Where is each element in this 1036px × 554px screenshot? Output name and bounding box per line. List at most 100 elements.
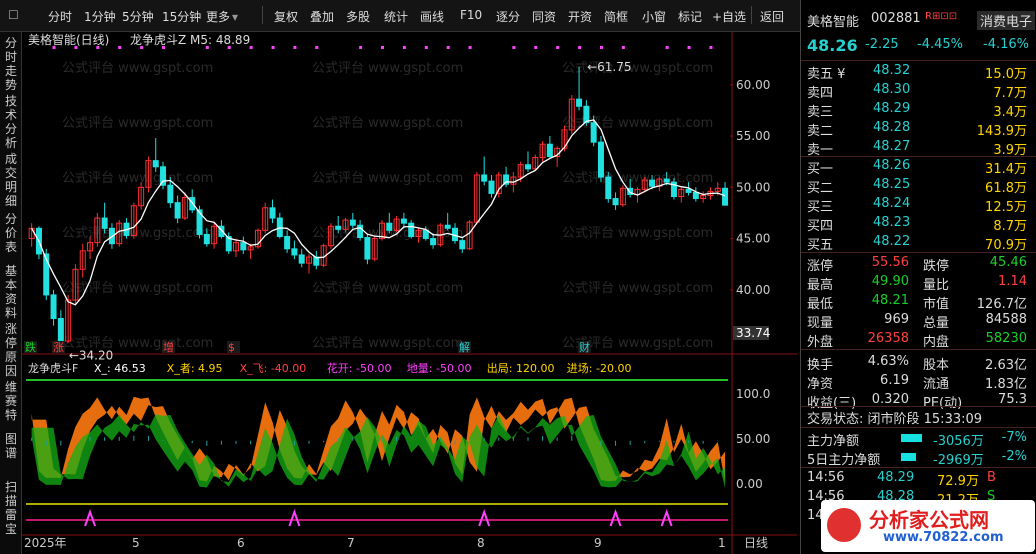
toolbar-item[interactable]: 画线	[420, 8, 444, 25]
price-change: -2.25	[865, 37, 899, 52]
bid-price: 48.25	[873, 177, 911, 192]
stock-code: 002881	[871, 11, 921, 26]
chevron-down-icon: ▾	[232, 10, 239, 24]
select-checkbox[interactable]: ☐	[8, 8, 19, 22]
ask-price: 48.28	[873, 120, 911, 135]
toolbar-item[interactable]: +自选	[712, 8, 746, 25]
toolbar-item[interactable]: 15分钟	[162, 8, 201, 25]
toolbar-item[interactable]: 5分钟	[122, 8, 154, 25]
toolbar-item[interactable]: 分时	[48, 8, 72, 25]
signal-dot	[96, 46, 100, 49]
stat-value: 49.90	[871, 274, 909, 289]
stat-label: 流通	[923, 377, 950, 392]
stat-label: 最低	[807, 297, 834, 312]
money-flow-row: 5日主力净额 -2969万 -2%	[801, 448, 1036, 468]
signal-dot	[599, 46, 603, 49]
candle-body	[444, 224, 451, 229]
left-nav-item[interactable]: 分时走势	[3, 36, 19, 92]
left-nav-item[interactable]: 技术分析	[3, 94, 19, 150]
watermark-text: 公式评台 www.gspt.com	[62, 61, 213, 76]
event-tag[interactable]: 增	[163, 340, 174, 354]
signal-dot	[74, 46, 78, 49]
candle-body	[685, 188, 692, 193]
period-label[interactable]: 日线	[744, 536, 768, 550]
event-tag[interactable]: 涨	[53, 341, 64, 354]
toolbar-item[interactable]: 多股	[346, 8, 370, 25]
stat-label: 市值	[923, 297, 950, 312]
stat-value: 26358	[867, 331, 909, 346]
bid-volume: 70.9万	[985, 238, 1027, 253]
signal-dot	[118, 46, 122, 49]
signal-dot	[687, 46, 691, 49]
stat-value: 75.3	[998, 392, 1027, 407]
toolbar-item[interactable]: 复权	[274, 8, 298, 25]
date-tick-label: 7	[347, 536, 355, 550]
industry-name[interactable]: 消费电子	[977, 11, 1036, 30]
left-nav-item[interactable]: 分价表	[3, 212, 19, 254]
left-nav-item[interactable]: 图谱	[3, 432, 19, 460]
signal-dot	[556, 46, 560, 49]
ask-volume: 143.9万	[976, 124, 1027, 139]
stat-value: 48.21	[871, 293, 909, 308]
ma-label: M5: 48.89	[190, 33, 250, 47]
watermark-text: 公式评台 www.gspt.com	[62, 281, 213, 296]
toolbar-item[interactable]: 同资	[532, 8, 556, 25]
signal-dot	[140, 46, 144, 49]
site-logo: 分析家公式网 www.70822.com	[821, 500, 1035, 552]
toolbar-item[interactable]: F10	[460, 8, 482, 22]
site-logo-url: www.70822.com	[883, 530, 1004, 545]
bid-price: 48.24	[873, 196, 911, 211]
left-nav-item[interactable]: 维赛特	[3, 380, 19, 422]
bid-row: 买三 48.24 12.5万	[801, 195, 1036, 215]
stat-label: 最高	[807, 278, 834, 293]
stat-label: 换手	[807, 358, 834, 373]
toolbar-item[interactable]: 小窗	[642, 8, 666, 25]
stat-row: 现量 969 总量 84588	[801, 311, 1036, 331]
kline-chart[interactable]: 公式评台 www.gspt.com 公式评台 www.gspt.com 公式评台 w…	[22, 32, 797, 554]
signal-dot	[293, 46, 297, 49]
stat-row: 换手 4.63% 股本 2.63亿	[801, 353, 1036, 373]
price-tick-label: 40.00	[736, 283, 770, 297]
event-tag[interactable]: 解	[459, 340, 470, 354]
stat-value: 6.19	[880, 373, 909, 388]
bid-label: 买二	[807, 181, 834, 196]
ask-label: 卖二	[807, 124, 834, 139]
left-nav-item[interactable]: 成交明细	[3, 152, 19, 208]
last-price: 48.26	[807, 36, 858, 55]
toolbar-item[interactable]: 统计	[384, 8, 408, 25]
tick-side: B	[987, 470, 996, 485]
price-change-pct: -4.45%	[917, 37, 963, 52]
stat-row: 涨停 55.56 跌停 45.46	[801, 254, 1036, 274]
flow-label: 主力净额	[807, 434, 860, 449]
left-nav-item[interactable]: 基本资料	[3, 264, 19, 320]
stock-header: 美格智能 002881 R⊞⊡⊡ 消费电子	[801, 10, 1036, 30]
flow-value: -3056万	[933, 434, 984, 449]
event-tag[interactable]: 财	[579, 340, 590, 354]
sub-indicator-value: 地量: -50.00	[407, 362, 472, 375]
sub-indicator-value: X_: 46.53	[94, 362, 146, 375]
toolbar-item[interactable]: 1分钟	[84, 8, 116, 25]
candle-body	[240, 242, 247, 251]
signal-dot	[381, 46, 384, 49]
stat-label: 外盘	[807, 335, 834, 350]
ask-row: 卖三 48.29 3.4万	[801, 100, 1036, 120]
toolbar-item[interactable]: 逐分	[496, 8, 520, 25]
chart-area[interactable]: 公式评台 www.gspt.com 公式评台 www.gspt.com 公式评台 w…	[22, 32, 797, 554]
toolbar-item[interactable]: 返回	[760, 8, 784, 25]
toolbar-item[interactable]: 更多 ▾	[206, 8, 238, 25]
toolbar-item[interactable]: 简框	[604, 8, 628, 25]
event-tag[interactable]: 跌	[25, 340, 36, 354]
watermark-text: 公式评台 www.gspt.com	[562, 226, 713, 241]
candle-body	[57, 318, 64, 342]
money-flow-row: 主力净额 -3056万 -7%	[801, 429, 1036, 449]
candle-body	[524, 164, 531, 170]
event-tag[interactable]: $	[228, 341, 235, 354]
sub-chart-name: 龙争虎斗F	[28, 361, 78, 375]
left-nav-item[interactable]: 扫描雷宝	[3, 480, 19, 536]
toolbar-item[interactable]: 叠加	[310, 8, 334, 25]
toolbar-item[interactable]: 开资	[568, 8, 592, 25]
bid-label: 买五	[807, 238, 834, 253]
toolbar-item[interactable]: 标记	[678, 8, 702, 25]
left-nav-item[interactable]: 涨停原因	[3, 322, 19, 378]
signal-dot	[162, 46, 166, 49]
